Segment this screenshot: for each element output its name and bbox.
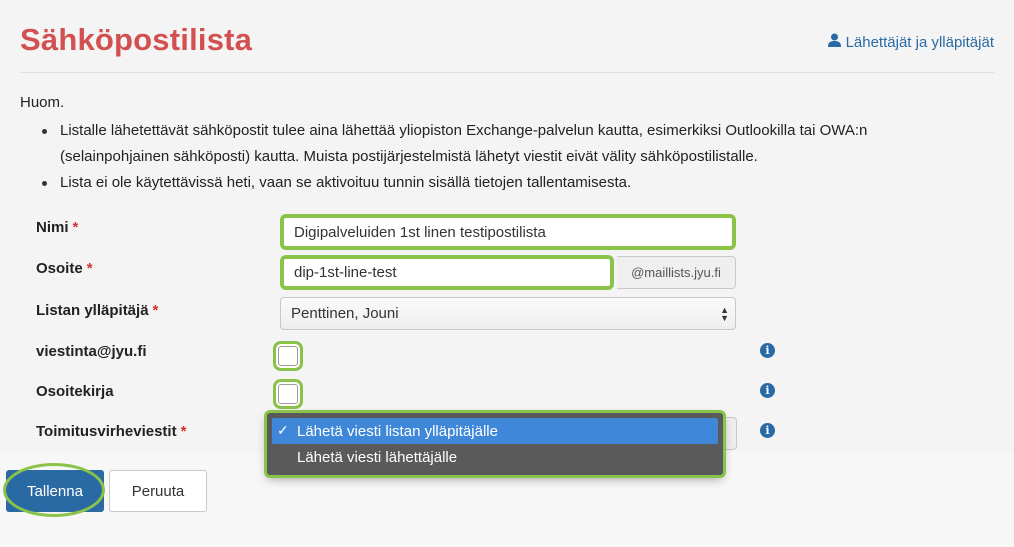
cancel-button[interactable]: Peruuta	[109, 470, 207, 512]
notice-list: Listalle lähetettävät sähköpostit tulee …	[40, 118, 980, 196]
header-divider	[20, 72, 994, 73]
addressbook-checkbox[interactable]	[278, 384, 298, 404]
dropdown-option-sender[interactable]: Lähetä viesti lähettäjälle	[272, 444, 718, 470]
checkmark-icon: ✓	[277, 422, 289, 438]
user-icon	[827, 33, 841, 51]
address-label: Osoite *	[36, 260, 93, 277]
senders-link-label: Lähettäjät ja ylläpitäjät	[845, 33, 994, 51]
name-input[interactable]: Digipalveluiden 1st linen testipostilist…	[283, 217, 733, 247]
notice-item: Listalle lähetettävät sähköpostit tulee …	[40, 118, 980, 170]
name-input-value: Digipalveluiden 1st linen testipostilist…	[294, 223, 546, 241]
viestinta-info-icon[interactable]: i	[760, 343, 775, 358]
bounce-dropdown-menu: ✓ Lähetä viesti listan ylläpitäjälle Läh…	[267, 413, 723, 475]
admin-select[interactable]: Penttinen, Jouni ▲ ▼	[280, 297, 736, 330]
address-domain-addon: @maillists.jyu.fi	[617, 256, 736, 289]
admin-select-value: Penttinen, Jouni	[291, 305, 399, 322]
bounce-label: Toimitusvirheviestit *	[36, 423, 187, 440]
address-input-value: dip-1st-line-test	[294, 264, 397, 281]
bounce-info-icon[interactable]: i	[760, 423, 775, 438]
admin-label: Listan ylläpitäjä *	[36, 302, 159, 319]
address-input[interactable]: dip-1st-line-test	[283, 258, 611, 287]
dropdown-option-admin[interactable]: ✓ Lähetä viesti listan ylläpitäjälle	[272, 418, 718, 444]
viestinta-checkbox[interactable]	[278, 346, 298, 366]
page-title: Sähköpostilista	[20, 22, 253, 57]
addressbook-label: Osoitekirja	[36, 383, 114, 400]
notice-item: Lista ei ole käytettävissä heti, vaan se…	[40, 170, 980, 196]
addressbook-info-icon[interactable]: i	[760, 383, 775, 398]
senders-and-admins-link[interactable]: Lähettäjät ja ylläpitäjät	[827, 33, 994, 51]
notice-heading: Huom.	[20, 94, 65, 111]
name-label: Nimi *	[36, 219, 79, 236]
save-button[interactable]: Tallenna	[6, 470, 104, 512]
viestinta-label: viestinta@jyu.fi	[36, 343, 147, 360]
select-arrows-icon: ▲ ▼	[720, 305, 729, 323]
